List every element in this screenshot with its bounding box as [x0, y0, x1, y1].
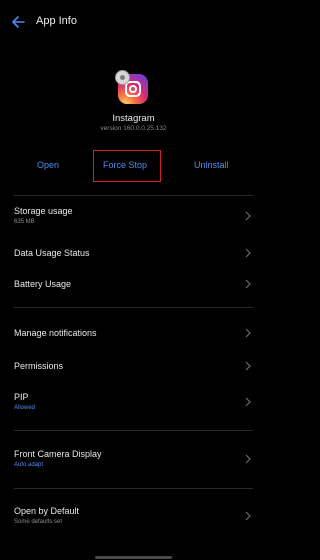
settings-item-permissions[interactable]: Permissions	[0, 353, 267, 381]
settings-item-subtitle: Allowed	[14, 405, 36, 411]
gear-badge-icon	[115, 70, 130, 85]
settings-item-data-usage-status[interactable]: Data Usage Status	[0, 239, 267, 267]
chevron-right-icon	[245, 211, 251, 221]
settings-item-subtitle: 635 MB	[14, 219, 35, 225]
chevron-right-icon	[245, 361, 251, 371]
action-bar: Open Force Stop Uninstall	[0, 150, 267, 182]
divider	[14, 195, 253, 196]
chevron-right-icon	[245, 279, 251, 289]
arrow-left-icon[interactable]	[9, 13, 27, 31]
settings-item-title: Data Usage Status	[14, 248, 90, 258]
app-name: Instagram	[112, 113, 155, 124]
settings-item-title: Battery Usage	[14, 279, 72, 289]
settings-item-title: Front Camera Display	[14, 449, 102, 459]
divider	[14, 488, 253, 489]
uninstall-button[interactable]: Uninstall	[194, 160, 229, 170]
chevron-right-icon	[245, 397, 251, 407]
settings-item-pip[interactable]: PIP Allowed	[0, 384, 267, 424]
chevron-right-icon	[245, 328, 251, 338]
app-icon-group	[115, 70, 151, 107]
settings-item-storage-usage[interactable]: Storage usage 635 MB	[0, 197, 267, 235]
app-info-screen: App Info Instagram version 160.0.0.25.13…	[0, 0, 267, 560]
chevron-right-icon	[245, 248, 251, 258]
settings-item-title: Storage usage	[14, 206, 73, 216]
settings-item-title: Open by Default	[14, 506, 80, 516]
chevron-right-icon	[245, 454, 251, 464]
settings-item-title: Permissions	[14, 361, 64, 371]
settings-item-battery-usage[interactable]: Battery Usage	[0, 270, 267, 298]
settings-item-manage-notifications[interactable]: Manage notifications	[0, 320, 267, 348]
header: App Info	[0, 10, 267, 34]
home-indicator[interactable]	[95, 556, 172, 559]
force-stop-button[interactable]: Force Stop	[103, 160, 147, 170]
divider	[14, 307, 253, 308]
settings-item-subtitle: Auto adapt	[14, 462, 44, 468]
divider	[14, 430, 253, 431]
settings-item-front-camera-display[interactable]: Front Camera Display Auto adapt	[0, 441, 267, 481]
page-title: App Info	[36, 15, 77, 27]
settings-item-open-by-default[interactable]: Open by Default Some defaults set	[0, 498, 267, 538]
chevron-right-icon	[245, 511, 251, 521]
settings-item-title: Manage notifications	[14, 328, 97, 338]
open-button[interactable]: Open	[37, 160, 59, 170]
app-version: version 160.0.0.25.132	[100, 125, 167, 132]
settings-item-title: PIP	[14, 392, 29, 402]
settings-item-subtitle: Some defaults set	[14, 519, 63, 525]
